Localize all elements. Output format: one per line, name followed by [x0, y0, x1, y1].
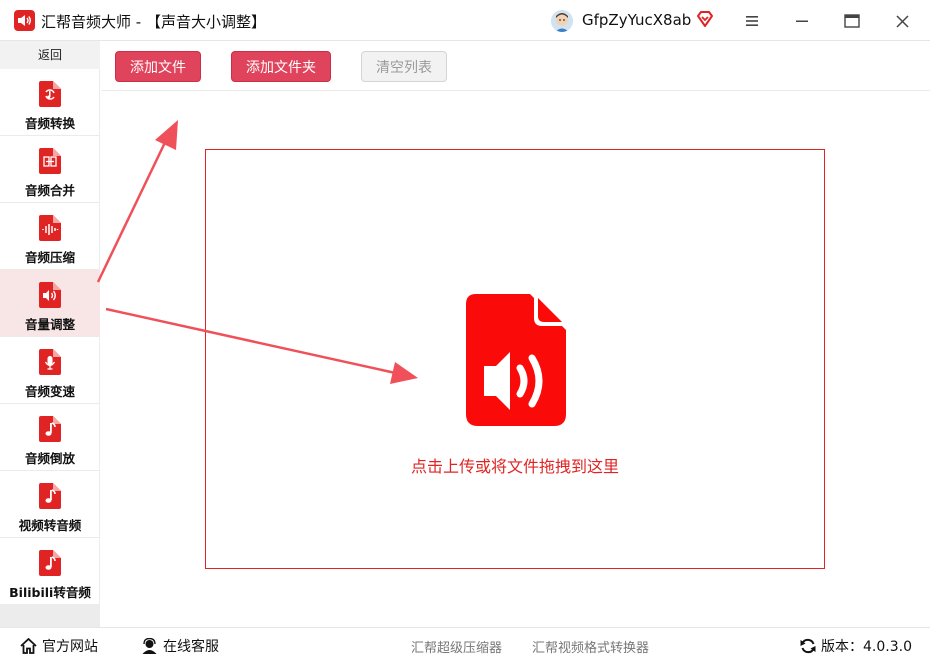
video-format-converter-link[interactable]: 汇帮视频格式转换器 [532, 637, 649, 656]
audio-speed-icon [39, 349, 61, 375]
sidebar-item-bilibili-to-audio[interactable]: Bilibili转音频 [0, 538, 100, 605]
close-icon [895, 14, 909, 28]
username[interactable]: GfpZyYucX8ab [582, 11, 691, 29]
sidebar-item-audio-convert[interactable]: 音频转换 [0, 69, 100, 136]
volume-adjust-icon [39, 282, 61, 308]
back-button[interactable]: 返回 [0, 41, 100, 69]
sidebar-item-label: 音频合并 [24, 183, 75, 198]
audio-compress-icon [39, 215, 61, 241]
arrow-to-toolbar [96, 120, 178, 283]
page-name: - 【声音大小调整】 [131, 13, 266, 31]
app-logo-icon [14, 10, 35, 31]
close-button[interactable] [889, 8, 915, 34]
sidebar-item-volume-adjust[interactable]: 音量调整 [0, 270, 100, 337]
clear-list-button[interactable]: 清空列表 [361, 51, 447, 82]
audio-merge-icon [39, 148, 61, 174]
sidebar-item-label: 视频转音频 [18, 518, 82, 533]
audio-file-icon [466, 294, 566, 426]
video-to-audio-icon [39, 483, 61, 509]
add-file-button[interactable]: 添加文件 [115, 51, 201, 82]
sidebar-item-label: 音频倒放 [24, 451, 75, 466]
drop-hint-text: 点击上传或将文件拖拽到这里 [410, 457, 619, 476]
sidebar-item-audio-speed[interactable]: 音频变速 [0, 337, 100, 404]
support-label: 在线客服 [163, 639, 219, 655]
app-name: 汇帮音频大师 [41, 13, 132, 31]
online-support-link[interactable]: 在线客服 [141, 636, 219, 656]
sidebar-item-audio-merge[interactable]: 音频合并 [0, 136, 100, 203]
minimize-button[interactable] [789, 8, 815, 34]
menu-button[interactable] [739, 8, 765, 34]
refresh-icon [800, 638, 816, 654]
bilibili-to-audio-icon [39, 550, 61, 576]
app-window: 汇帮音频大师 - 【声音大小调整】 GfpZyYucX8ab 返回 音频转换 音… [0, 0, 930, 660]
sidebar: 返回 音频转换 音频合并 音频压缩 音量调整 音频变速 音频倒放 视频转音频 B… [0, 41, 100, 627]
maximize-icon [844, 14, 860, 28]
home-icon [20, 638, 37, 654]
sidebar-item-label: 音频转换 [24, 116, 75, 131]
website-label: 官方网站 [42, 639, 98, 655]
toolbar: 添加文件 添加文件夹 清空列表 [101, 41, 930, 91]
minimize-icon [796, 20, 808, 22]
audio-reverse-icon [39, 416, 61, 442]
sidebar-item-video-to-audio[interactable]: 视频转音频 [0, 471, 100, 538]
sidebar-item-audio-reverse[interactable]: 音频倒放 [0, 404, 100, 471]
vip-diamond-icon[interactable] [695, 9, 715, 29]
user-avatar[interactable] [551, 10, 573, 32]
maximize-button[interactable] [839, 8, 865, 34]
sidebar-item-label: 音量调整 [24, 317, 75, 332]
sidebar-item-audio-compress[interactable]: 音频压缩 [0, 203, 100, 270]
hamburger-icon [746, 16, 758, 26]
add-folder-button[interactable]: 添加文件夹 [231, 51, 331, 82]
version-info[interactable]: 版本：4.0.3.0 [800, 636, 912, 656]
sidebar-scroll-track [0, 605, 100, 627]
status-bar: 官方网站 在线客服 汇帮超级压缩器 汇帮视频格式转换器 版本：4.0.3.0 [0, 627, 930, 660]
sidebar-item-label: Bilibili转音频 [9, 585, 91, 600]
sidebar-item-label: 音频变速 [24, 384, 75, 399]
super-compressor-link[interactable]: 汇帮超级压缩器 [411, 637, 502, 656]
file-drop-zone[interactable]: 点击上传或将文件拖拽到这里 [205, 149, 825, 569]
official-website-link[interactable]: 官方网站 [20, 636, 98, 656]
window-title: 汇帮音频大师 - 【声音大小调整】 [41, 11, 266, 32]
audio-convert-icon [39, 81, 61, 107]
sidebar-item-label: 音频压缩 [24, 250, 75, 265]
title-bar: 汇帮音频大师 - 【声音大小调整】 GfpZyYucX8ab [0, 0, 930, 41]
version-label: 版本：4.0.3.0 [821, 639, 912, 655]
customer-service-icon [142, 638, 157, 654]
